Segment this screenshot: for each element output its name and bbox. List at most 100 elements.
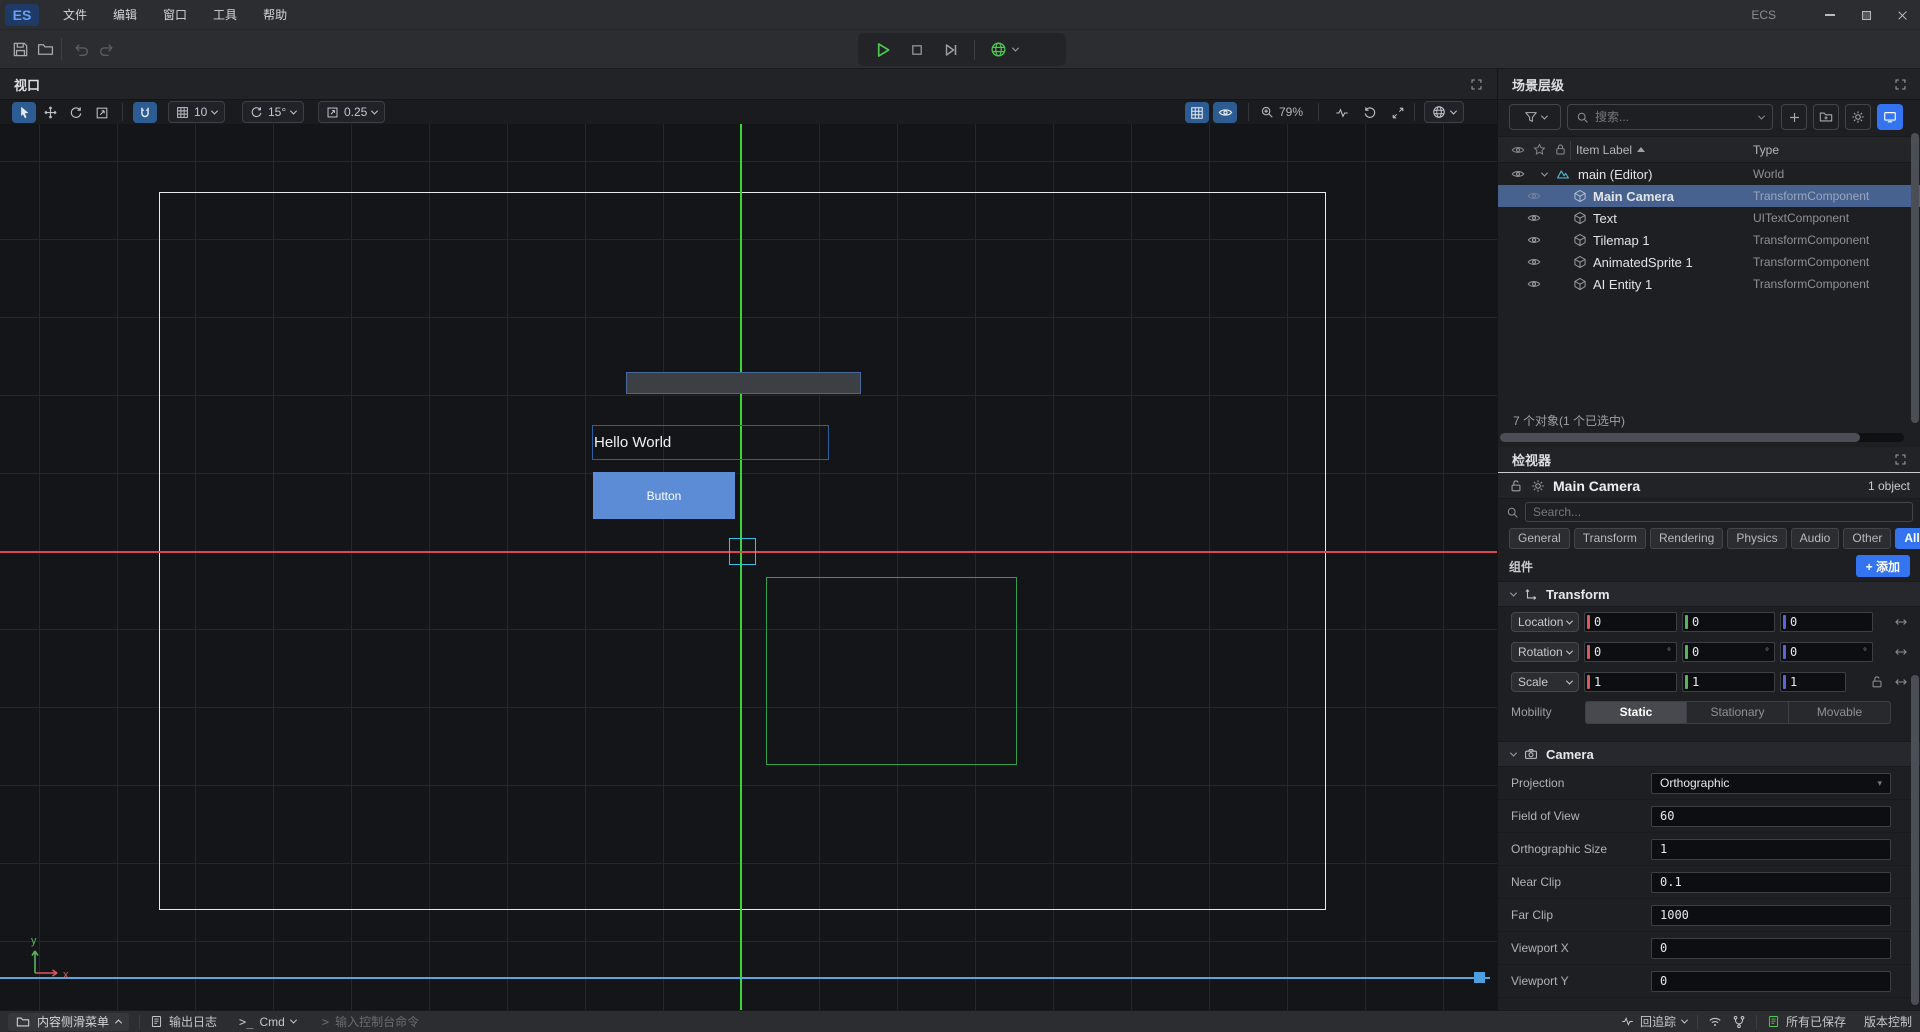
move-tool-button[interactable]: [38, 102, 62, 123]
mobility-stationary[interactable]: Stationary: [1687, 701, 1789, 724]
camera-bounds-handle[interactable]: [1474, 972, 1485, 983]
version-control-button[interactable]: 版本控制: [1864, 1013, 1912, 1030]
orthographic-size-field[interactable]: 1: [1651, 839, 1891, 860]
tab-general[interactable]: General: [1509, 528, 1570, 549]
branch-button[interactable]: [1732, 1015, 1746, 1029]
column-item-label[interactable]: Item Label: [1576, 143, 1645, 157]
eye-icon[interactable]: [1511, 167, 1525, 181]
rotation-z-field[interactable]: °: [1780, 642, 1873, 662]
eye-icon[interactable]: [1527, 255, 1541, 269]
tilemap-widget[interactable]: [626, 372, 861, 394]
scrollbar-thumb[interactable]: [1500, 433, 1860, 442]
backtrace-dropdown[interactable]: 回追踪: [1621, 1013, 1687, 1030]
rotate-tool-button[interactable]: [64, 102, 88, 123]
tab-rendering[interactable]: Rendering: [1650, 528, 1723, 549]
output-log-button[interactable]: 输出日志: [150, 1013, 217, 1030]
scale-x-field[interactable]: [1584, 672, 1677, 692]
location-x-field[interactable]: [1584, 612, 1677, 632]
location-z-field[interactable]: [1780, 612, 1873, 632]
menu-window[interactable]: 窗口: [157, 3, 193, 26]
hierarchy-row-main-camera[interactable]: Main Camera TransformComponent: [1498, 185, 1920, 207]
new-folder-button[interactable]: [1813, 104, 1839, 130]
zoom-control[interactable]: 79%: [1260, 102, 1303, 122]
redo-button[interactable]: [95, 38, 117, 60]
link-axes-icon[interactable]: [1896, 680, 1906, 685]
viewport-y-field[interactable]: 0: [1651, 971, 1891, 992]
rotation-snap-dropdown[interactable]: 15°: [242, 101, 304, 123]
hierarchy-search-input[interactable]: [1595, 110, 1753, 124]
stop-button[interactable]: [900, 37, 934, 63]
play-button[interactable]: [866, 37, 900, 63]
scale-dropdown[interactable]: Scale: [1511, 672, 1579, 692]
grid-size-dropdown[interactable]: 10: [168, 101, 225, 123]
inspector-search-input[interactable]: [1525, 502, 1913, 522]
maximize-button[interactable]: [1848, 0, 1884, 30]
menu-tools[interactable]: 工具: [207, 3, 243, 26]
projection-dropdown[interactable]: Orthographic ▾: [1651, 773, 1891, 794]
link-axes-icon[interactable]: [1896, 650, 1906, 655]
inspector-vertical-scrollbar[interactable]: [1911, 675, 1919, 1005]
lock-column-icon[interactable]: [1554, 143, 1567, 156]
viewport-x-field[interactable]: 0: [1651, 938, 1891, 959]
add-component-button[interactable]: + 添加: [1856, 555, 1910, 577]
open-button[interactable]: [34, 38, 56, 60]
cmd-dropdown[interactable]: >_ Cmd: [239, 1015, 296, 1029]
hierarchy-row-text[interactable]: Text UITextComponent: [1498, 207, 1920, 229]
location-y-field[interactable]: [1682, 612, 1775, 632]
filter-dropdown[interactable]: [1509, 104, 1561, 130]
tab-other[interactable]: Other: [1843, 528, 1891, 549]
reset-view-button[interactable]: [1358, 102, 1382, 123]
tab-physics[interactable]: Physics: [1727, 528, 1786, 549]
scale-z-field[interactable]: [1780, 672, 1846, 692]
far-clip-field[interactable]: 1000: [1651, 905, 1891, 926]
object-settings-button[interactable]: [1531, 479, 1545, 493]
hierarchy-row-tilemap[interactable]: Tilemap 1 TransformComponent: [1498, 229, 1920, 251]
rotation-x-field[interactable]: °: [1584, 642, 1677, 662]
menu-help[interactable]: 帮助: [257, 3, 293, 26]
viewport-expand-button[interactable]: [1470, 78, 1483, 91]
inspector-expand-button[interactable]: [1894, 453, 1907, 466]
menu-file[interactable]: 文件: [57, 3, 93, 26]
scale-tool-button[interactable]: [90, 102, 114, 123]
fullscreen-button[interactable]: [1386, 102, 1410, 123]
column-type[interactable]: Type: [1753, 143, 1779, 157]
save-status[interactable]: 所有已保存: [1767, 1013, 1846, 1030]
transform-section-header[interactable]: Transform: [1498, 581, 1920, 607]
location-dropdown[interactable]: Location: [1511, 612, 1579, 632]
visibility-toggle-button[interactable]: [1213, 102, 1237, 123]
hierarchy-row-ai-entity[interactable]: AI Entity 1 TransformComponent: [1498, 273, 1920, 295]
field-of-view-field[interactable]: 60: [1651, 806, 1891, 827]
eye-column-icon[interactable]: [1511, 143, 1525, 157]
hierarchy-row-main[interactable]: main (Editor) World: [1498, 163, 1920, 185]
selection-gizmo-square[interactable]: [729, 538, 756, 565]
hierarchy-settings-button[interactable]: [1845, 104, 1871, 130]
hierarchy-vertical-scrollbar[interactable]: [1911, 133, 1919, 423]
scene-canvas[interactable]: Hello World Button y x: [0, 124, 1497, 1010]
menu-edit[interactable]: 编辑: [107, 3, 143, 26]
console-input[interactable]: > 输入控制台命令: [322, 1013, 419, 1030]
mobility-movable[interactable]: Movable: [1789, 701, 1891, 724]
grid-toggle-button[interactable]: [1185, 102, 1209, 123]
view-mode-dropdown[interactable]: [1424, 101, 1464, 123]
network-status-button[interactable]: [1708, 1015, 1722, 1029]
button-widget[interactable]: Button: [593, 472, 735, 519]
undo-button[interactable]: [70, 38, 92, 60]
star-column-icon[interactable]: [1533, 143, 1546, 156]
snap-toggle-button[interactable]: [133, 102, 157, 123]
eye-icon[interactable]: [1527, 211, 1541, 225]
hierarchy-search[interactable]: [1567, 104, 1773, 130]
select-tool-button[interactable]: [12, 102, 36, 123]
lock-toggle[interactable]: [1509, 479, 1523, 493]
eye-icon[interactable]: [1527, 233, 1541, 247]
near-clip-field[interactable]: 0.1: [1651, 872, 1891, 893]
hierarchy-horizontal-scrollbar[interactable]: [1500, 433, 1904, 442]
uniform-scale-lock-icon[interactable]: [1873, 677, 1881, 687]
content-drawer-button[interactable]: 内容侧滑菜单: [8, 1013, 129, 1031]
add-entity-button[interactable]: [1781, 104, 1807, 130]
rotation-y-field[interactable]: °: [1682, 642, 1775, 662]
scale-y-field[interactable]: [1682, 672, 1775, 692]
run-target-dropdown[interactable]: [981, 37, 1027, 63]
rotation-dropdown[interactable]: Rotation: [1511, 642, 1579, 662]
app-logo[interactable]: ES: [5, 4, 39, 26]
tab-all[interactable]: All: [1895, 528, 1920, 549]
